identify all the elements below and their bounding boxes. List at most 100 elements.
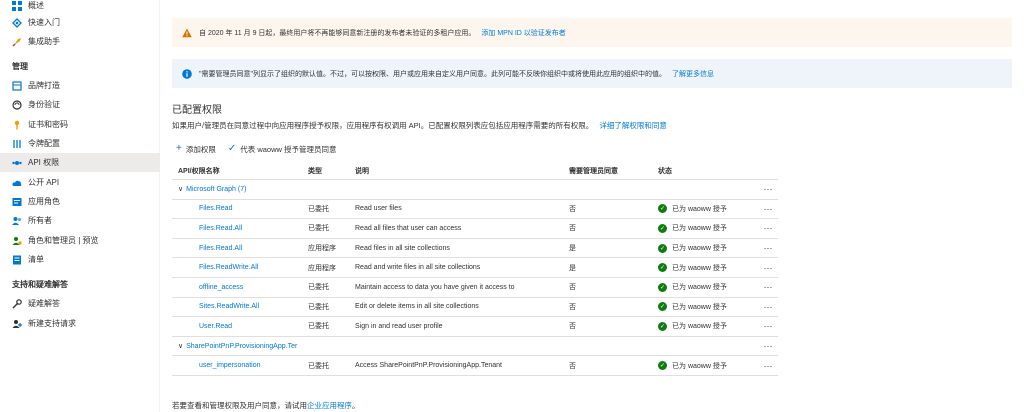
sidebar-item-label: 角色和管理员 | 预览 bbox=[28, 236, 99, 245]
permission-name-link[interactable]: Files.Read bbox=[199, 200, 304, 219]
permission-description: Edit or delete items in all site collect… bbox=[355, 303, 479, 311]
admin-consent-required: 否 bbox=[569, 205, 576, 213]
success-check-icon: ✓ bbox=[658, 223, 667, 233]
status-text: 已为 waoww 授予 bbox=[672, 303, 727, 311]
success-check-icon: ✓ bbox=[658, 243, 667, 253]
rocket-icon bbox=[12, 37, 22, 47]
publisher-warning-banner: 自 2020 年 11 月 9 日起，最终用户将不再能够同意新注册的发布者未验证… bbox=[172, 18, 1012, 47]
permission-name-link[interactable]: offline_access bbox=[199, 278, 304, 297]
more-actions-button[interactable]: ··· bbox=[760, 298, 776, 317]
sidebar-item-branding[interactable]: 品牌打造 bbox=[0, 76, 160, 95]
sidebar-item-api-permissions[interactable]: API 权限 bbox=[0, 153, 160, 172]
more-actions-button[interactable]: ··· bbox=[760, 239, 776, 258]
permission-type: 已委托 bbox=[308, 205, 329, 213]
overview-icon bbox=[12, 0, 22, 11]
configured-permissions-title: 已配置权限 bbox=[172, 105, 222, 116]
success-check-icon: ✓ bbox=[658, 263, 667, 273]
sidebar-item-troubleshooting[interactable]: 疑难解答 bbox=[0, 294, 160, 313]
col-header-admin-consent[interactable]: 需要管理员同意 bbox=[569, 163, 649, 179]
sidebar-item-quickstart[interactable]: 快速入门 bbox=[0, 13, 160, 32]
sidebar-item-app-roles[interactable]: 应用角色 bbox=[0, 192, 160, 211]
info-text: "需要管理员同意"列显示了组织的默认值。不过，可以按权限、用户或应用来自定义用户… bbox=[199, 70, 666, 78]
permission-name-link[interactable]: Sites.ReadWrite.All bbox=[199, 298, 304, 317]
chevron-down-icon: ∨ bbox=[178, 186, 184, 194]
permissions-toolbar: + 添加权限 ✓ 代表 waoww 授予管理员同意 bbox=[176, 142, 349, 156]
quickstart-icon bbox=[12, 17, 22, 28]
sidebar-item-label: 令牌配置 bbox=[28, 139, 60, 148]
permission-name-link[interactable]: Files.ReadWrite.All bbox=[199, 258, 304, 277]
table-row: Files.ReadWrite.All 应用程序 Read and write … bbox=[172, 258, 778, 278]
add-permission-button[interactable]: + 添加权限 bbox=[176, 144, 216, 155]
add-mpn-id-link[interactable]: 添加 MPN ID 以验证发布者 bbox=[481, 28, 565, 38]
more-actions-button[interactable]: ··· bbox=[760, 180, 776, 199]
more-actions-button[interactable]: ··· bbox=[760, 317, 776, 336]
branding-icon bbox=[12, 80, 22, 91]
group-label: SharePointPnP.ProvisioningApp.Ter bbox=[186, 342, 298, 350]
footer-text: 若要查看和管理权限及用户同意，请试用 bbox=[172, 401, 307, 410]
permission-name-link[interactable]: User.Read bbox=[199, 317, 304, 336]
more-actions-button[interactable]: ··· bbox=[760, 258, 776, 277]
api-permissions-icon bbox=[12, 158, 22, 168]
more-actions-button[interactable]: ··· bbox=[760, 278, 776, 297]
group-microsoft-graph[interactable]: ∨ Microsoft Graph (7) bbox=[178, 180, 246, 199]
info-icon bbox=[182, 68, 192, 79]
consent-status: ✓ 已为 waoww 授予 bbox=[658, 278, 746, 297]
col-header-description[interactable]: 说明 bbox=[355, 163, 565, 179]
description-text: 如果用户/管理员在同意过程中向应用程序授予权限，应用程序有权调用 API。已配置… bbox=[172, 121, 594, 130]
permission-name-link[interactable]: Files.Read.All bbox=[199, 239, 304, 258]
configured-permissions-description: 如果用户/管理员在同意过程中向应用程序授予权限，应用程序有权调用 API。已配置… bbox=[172, 120, 667, 131]
roles-admins-icon bbox=[12, 236, 22, 246]
status-text: 已为 waoww 授予 bbox=[672, 245, 727, 253]
group-label: Microsoft Graph (7) bbox=[186, 185, 247, 193]
sidebar-item-roles-admins[interactable]: 角色和管理员 | 预览 bbox=[0, 231, 160, 250]
sidebar-item-authentication[interactable]: 身份验证 bbox=[0, 95, 160, 114]
col-header-status[interactable]: 状态 bbox=[658, 163, 746, 179]
permissions-consent-link[interactable]: 详细了解权限和同意 bbox=[599, 121, 667, 130]
sidebar-item-integration-assistant[interactable]: 集成助手 bbox=[0, 32, 160, 51]
permission-type: 已委托 bbox=[308, 284, 329, 292]
sidebar-item-label: 应用角色 bbox=[28, 197, 60, 206]
table-group-row: ∨ Microsoft Graph (7) ··· bbox=[172, 180, 778, 200]
permission-type: 应用程序 bbox=[308, 264, 336, 272]
table-header-row: API/权限名称 类型 说明 需要管理员同意 状态 bbox=[172, 163, 778, 180]
sidebar-item-certificates[interactable]: 证书和密码 bbox=[0, 115, 160, 134]
permission-type: 已委托 bbox=[308, 225, 329, 233]
admin-consent-required: 否 bbox=[569, 323, 576, 331]
enterprise-applications-link[interactable]: 企业应用程序 bbox=[307, 401, 352, 410]
authentication-icon bbox=[12, 99, 22, 110]
status-text: 已为 waoww 授予 bbox=[672, 284, 727, 292]
success-check-icon: ✓ bbox=[658, 282, 667, 292]
warning-icon bbox=[182, 28, 192, 38]
more-actions-button[interactable]: ··· bbox=[760, 337, 776, 356]
learn-more-link[interactable]: 了解更多信息 bbox=[672, 69, 714, 79]
permission-type: 已委托 bbox=[308, 303, 329, 311]
permission-name-link[interactable]: Files.Read.All bbox=[199, 219, 304, 238]
col-header-name[interactable]: API/权限名称 bbox=[178, 163, 283, 179]
manage-section-header: 管理 bbox=[12, 62, 28, 71]
col-header-type[interactable]: 类型 bbox=[308, 163, 352, 179]
group-sharepointpnp[interactable]: ∨ SharePointPnP.ProvisioningApp.Ter bbox=[178, 337, 297, 356]
permission-type: 应用程序 bbox=[308, 245, 336, 253]
more-actions-button[interactable]: ··· bbox=[760, 356, 776, 375]
status-text: 已为 waoww 授予 bbox=[672, 225, 727, 233]
admin-consent-required: 否 bbox=[569, 303, 576, 311]
permission-description: Access SharePointPnP.ProvisioningApp.Ten… bbox=[355, 362, 502, 370]
more-actions-button[interactable]: ··· bbox=[760, 200, 776, 219]
sidebar-item-manifest[interactable]: 清单 bbox=[0, 250, 160, 269]
sidebar-item-label: 品牌打造 bbox=[28, 81, 60, 90]
sidebar-item-new-support-request[interactable]: 新建支持请求 bbox=[0, 314, 160, 333]
more-actions-button[interactable]: ··· bbox=[760, 219, 776, 238]
sidebar-item-label: 公开 API bbox=[28, 178, 60, 187]
sidebar-item-expose-api[interactable]: 公开 API bbox=[0, 173, 160, 192]
sidebar-item-label: 概述 bbox=[28, 1, 44, 10]
consent-status: ✓ 已为 waoww 授予 bbox=[658, 219, 746, 238]
permission-name-link[interactable]: user_impersonation bbox=[199, 356, 304, 375]
sidebar-item-owners[interactable]: 所有者 bbox=[0, 211, 160, 230]
permissions-table: API/权限名称 类型 说明 需要管理员同意 状态 ∨ Microsoft Gr… bbox=[172, 163, 778, 376]
cloud-icon bbox=[12, 178, 22, 188]
table-group-row: ∨ SharePointPnP.ProvisioningApp.Ter ··· bbox=[172, 337, 778, 357]
sidebar-item-token-config[interactable]: 令牌配置 bbox=[0, 134, 160, 153]
support-request-icon bbox=[12, 319, 22, 329]
grant-admin-consent-button[interactable]: ✓ 代表 waoww 授予管理员同意 bbox=[228, 144, 337, 155]
table-row: user_impersonation 已委托 Access SharePoint… bbox=[172, 356, 778, 376]
